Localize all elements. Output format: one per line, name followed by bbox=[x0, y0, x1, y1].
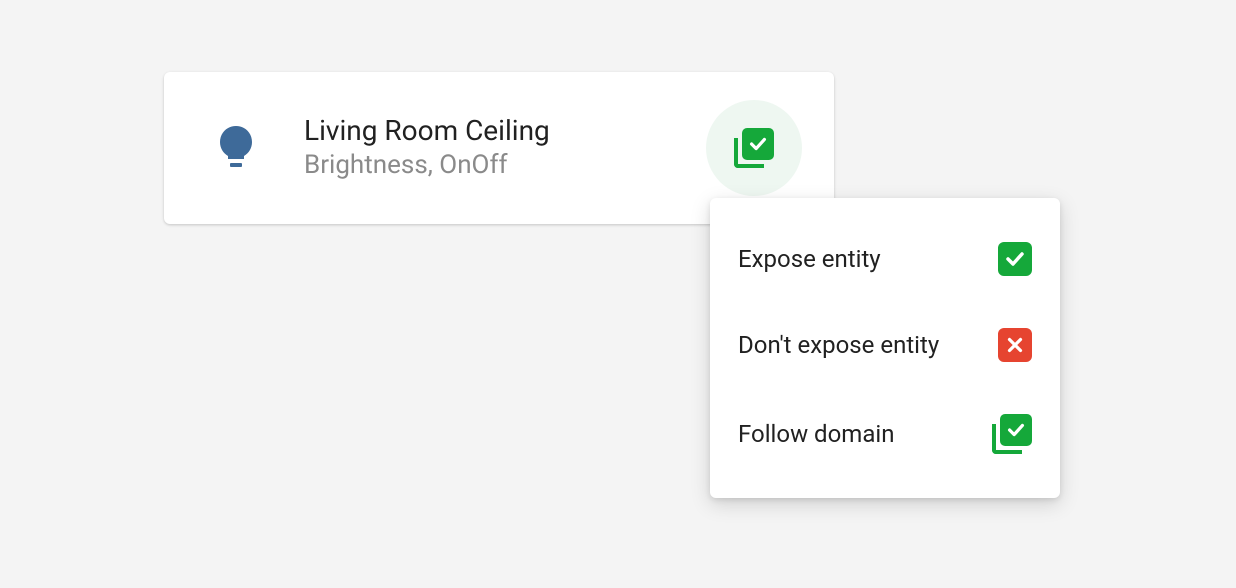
follow-domain-check-icon bbox=[734, 128, 774, 168]
checkbox-cross-icon bbox=[998, 328, 1032, 362]
dropdown-item-follow-domain[interactable]: Follow domain bbox=[710, 388, 1060, 480]
entity-subtitle: Brightness, OnOff bbox=[304, 149, 706, 183]
expose-dropdown: Expose entity Don't expose entity Follow… bbox=[710, 198, 1060, 498]
entity-title: Living Room Ceiling bbox=[304, 113, 706, 149]
dropdown-item-label: Don't expose entity bbox=[738, 331, 939, 359]
dropdown-item-label: Expose entity bbox=[738, 245, 881, 273]
dropdown-item-expose[interactable]: Expose entity bbox=[710, 216, 1060, 302]
dropdown-item-label: Follow domain bbox=[738, 420, 894, 448]
dropdown-item-dont-expose[interactable]: Don't expose entity bbox=[710, 302, 1060, 388]
expose-status-button[interactable] bbox=[706, 100, 802, 196]
lightbulb-icon bbox=[212, 126, 260, 170]
checkbox-checked-icon bbox=[998, 242, 1032, 276]
entity-text: Living Room Ceiling Brightness, OnOff bbox=[304, 113, 706, 183]
follow-domain-check-icon bbox=[992, 414, 1032, 454]
